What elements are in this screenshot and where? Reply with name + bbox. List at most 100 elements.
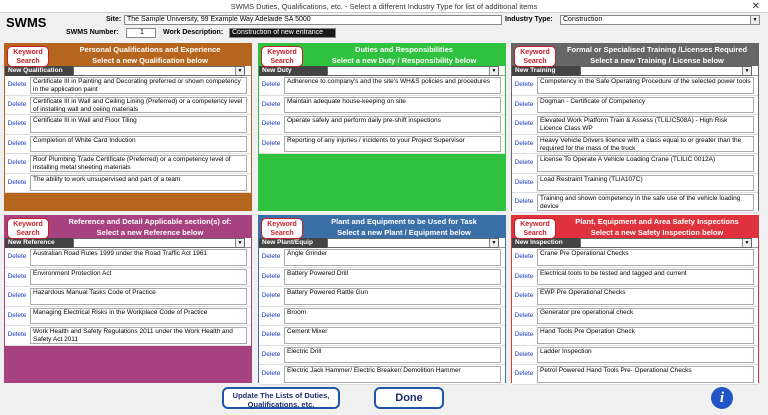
delete-button[interactable]: Delete: [6, 311, 28, 321]
work-description-field[interactable]: Construction of new entrance: [229, 28, 336, 38]
list-item: Delete Reporting of any injuries / incide…: [259, 134, 505, 154]
update-lists-button[interactable]: Update The Lists of Duties, Qualificatio…: [222, 387, 340, 409]
keyword-search-button[interactable]: Keyword Search: [514, 46, 556, 67]
delete-button[interactable]: Delete: [6, 100, 28, 110]
item-text[interactable]: Battery Powered Rattle Gun: [284, 288, 501, 305]
delete-button[interactable]: Delete: [513, 139, 535, 149]
delete-button[interactable]: Delete: [513, 197, 535, 207]
delete-button[interactable]: Delete: [260, 272, 282, 282]
delete-button[interactable]: Delete: [513, 350, 535, 360]
item-text[interactable]: Electrical tools to be tested and tagged…: [537, 268, 754, 285]
delete-button[interactable]: Delete: [6, 119, 28, 129]
new-item-dropdown[interactable]: ▼: [73, 238, 245, 248]
delete-button[interactable]: Delete: [513, 158, 535, 168]
delete-button[interactable]: Delete: [6, 139, 28, 149]
new-item-dropdown[interactable]: ▼: [327, 66, 499, 76]
chevron-down-icon[interactable]: ▼: [750, 16, 759, 24]
delete-button[interactable]: Delete: [513, 252, 535, 262]
keyword-search-button[interactable]: Keyword Search: [261, 218, 303, 239]
delete-button[interactable]: Delete: [260, 311, 282, 321]
delete-button[interactable]: Delete: [513, 369, 535, 379]
item-text[interactable]: Crane Pre Operational Checks: [537, 249, 754, 266]
keyword-search-button[interactable]: Keyword Search: [261, 46, 303, 67]
item-text[interactable]: Elevated Work Platform Train & Assess (T…: [537, 116, 754, 133]
new-item-dropdown[interactable]: ▼: [73, 66, 245, 76]
chevron-down-icon[interactable]: ▼: [489, 67, 498, 75]
item-text[interactable]: License To Operate A Vehicle Loading Cra…: [537, 155, 754, 172]
item-text[interactable]: Electric Drill: [284, 346, 501, 363]
delete-button[interactable]: Delete: [260, 252, 282, 262]
delete-button[interactable]: Delete: [260, 80, 282, 90]
item-text[interactable]: Operate safely and perform daily pre-shi…: [284, 116, 501, 133]
item-text[interactable]: Competency in the Safe Operating Procedu…: [537, 77, 754, 94]
delete-button[interactable]: Delete: [513, 291, 535, 301]
item-text[interactable]: The ability to work unsupervised and par…: [30, 174, 247, 191]
item-text[interactable]: EWP Pre Operational Checks: [537, 288, 754, 305]
item-text[interactable]: Certificate III in Wall and Floor Tiling: [30, 116, 247, 133]
delete-button[interactable]: Delete: [260, 350, 282, 360]
item-text[interactable]: Training and shown competency in the saf…: [537, 194, 754, 211]
industry-select[interactable]: Construction ▼: [560, 15, 760, 25]
item-text[interactable]: Environment Protection Act: [30, 268, 247, 285]
delete-button[interactable]: Delete: [260, 139, 282, 149]
item-text[interactable]: Adherence to company's and the site's WH…: [284, 77, 501, 94]
item-text[interactable]: Dogman - Certificate of Competency: [537, 96, 754, 113]
delete-button[interactable]: Delete: [260, 119, 282, 129]
delete-button[interactable]: Delete: [260, 100, 282, 110]
delete-button[interactable]: Delete: [6, 272, 28, 282]
item-text[interactable]: Australian Road Rules 1999 under the Roa…: [30, 249, 247, 266]
item-text[interactable]: Heavy Vehicle Drivers licence with a cla…: [537, 135, 754, 152]
delete-button[interactable]: Delete: [513, 330, 535, 340]
item-text[interactable]: Certificate III in Wall and Ceiling Lini…: [30, 96, 247, 113]
new-item-dropdown[interactable]: ▼: [580, 238, 752, 248]
delete-button[interactable]: Delete: [6, 291, 28, 301]
site-field[interactable]: The Sample University, 99 Example Way Ad…: [124, 15, 502, 25]
delete-button[interactable]: Delete: [6, 178, 28, 188]
info-icon[interactable]: i: [711, 387, 733, 409]
keyword-search-button[interactable]: Keyword Search: [514, 218, 556, 239]
delete-button[interactable]: Delete: [513, 311, 535, 321]
chevron-down-icon[interactable]: ▼: [235, 239, 244, 247]
delete-button[interactable]: Delete: [513, 100, 535, 110]
delete-button[interactable]: Delete: [260, 369, 282, 379]
close-icon[interactable]: ✕: [752, 0, 760, 13]
item-text[interactable]: Reporting of any injuries / incidents to…: [284, 135, 501, 152]
new-item-dropdown[interactable]: ▼: [327, 238, 499, 248]
item-text[interactable]: Battery Powered Drill: [284, 268, 501, 285]
keyword-search-button[interactable]: Keyword Search: [7, 46, 49, 67]
delete-button[interactable]: Delete: [513, 119, 535, 129]
item-text[interactable]: Ladder Inspection: [537, 346, 754, 363]
item-text[interactable]: Broom: [284, 307, 501, 324]
item-text[interactable]: Cement Mixer: [284, 327, 501, 344]
chevron-down-icon[interactable]: ▼: [235, 67, 244, 75]
item-text[interactable]: Load Restraint Training (TLIA107C): [537, 174, 754, 191]
delete-button[interactable]: Delete: [6, 80, 28, 90]
item-text[interactable]: Work Health and Safety Regulations 2011 …: [30, 327, 247, 344]
delete-button[interactable]: Delete: [260, 330, 282, 340]
delete-button[interactable]: Delete: [513, 272, 535, 282]
item-text[interactable]: Roof Plumbing Trade Certificate (Preferr…: [30, 155, 247, 172]
item-text[interactable]: Managing Electrical Risks in the Workpla…: [30, 307, 247, 324]
item-text[interactable]: Hand Tools Pre Operation Check: [537, 327, 754, 344]
delete-button[interactable]: Delete: [260, 291, 282, 301]
item-text[interactable]: Generator pre operational check: [537, 307, 754, 324]
chevron-down-icon[interactable]: ▼: [489, 239, 498, 247]
item-text[interactable]: Electric Jack Hammer/ Electric Breaker/ …: [284, 366, 501, 383]
delete-button[interactable]: Delete: [513, 80, 535, 90]
item-text[interactable]: Certificate III in Painting and Decorati…: [30, 77, 247, 94]
delete-button[interactable]: Delete: [513, 178, 535, 188]
done-button[interactable]: Done: [374, 387, 444, 409]
item-text[interactable]: Completion of White Card Induction: [30, 135, 247, 152]
item-text[interactable]: Petrol Powered Hand Tools Pre- Operation…: [537, 366, 754, 383]
chevron-down-icon[interactable]: ▼: [742, 239, 751, 247]
delete-button[interactable]: Delete: [6, 252, 28, 262]
swms-number-field[interactable]: 1: [126, 28, 156, 38]
keyword-search-button[interactable]: Keyword Search: [7, 218, 49, 239]
item-text[interactable]: Angle Grinder: [284, 249, 501, 266]
item-text[interactable]: Maintain adequate house-keeping on site: [284, 96, 501, 113]
new-item-dropdown[interactable]: ▼: [580, 66, 752, 76]
item-text[interactable]: Hazardous Manual Tasks Code of Practice: [30, 288, 247, 305]
delete-button[interactable]: Delete: [6, 158, 28, 168]
chevron-down-icon[interactable]: ▼: [742, 67, 751, 75]
delete-button[interactable]: Delete: [6, 330, 28, 340]
